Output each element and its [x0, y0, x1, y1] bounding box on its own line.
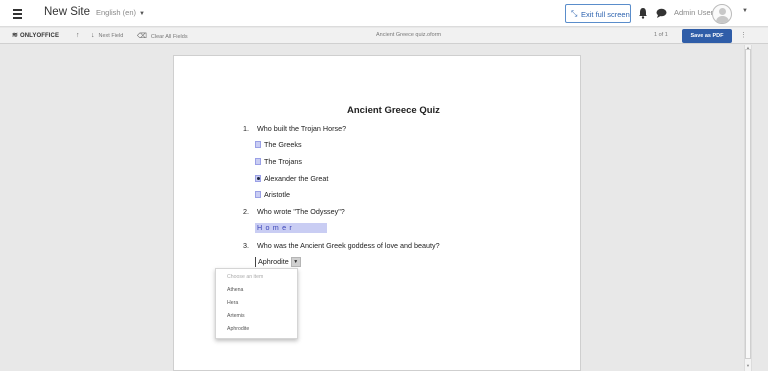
question-2: 2. Who wrote "The Odyssey"?	[243, 207, 345, 216]
document-name: Ancient Greece quiz.oform	[376, 32, 442, 38]
collapse-arrows-icon: ⤡	[571, 9, 578, 18]
vertical-scrollbar[interactable]: ▲ ▼	[744, 45, 752, 371]
chevron-down-icon: ▼	[139, 11, 145, 17]
dropdown-item[interactable]: Artemis	[227, 313, 245, 319]
scrollbar-thumb[interactable]	[745, 49, 751, 359]
radio-button[interactable]	[255, 158, 261, 165]
scroll-up-icon[interactable]: ▲	[746, 45, 750, 50]
radio-button-checked[interactable]	[255, 175, 261, 182]
quiz-title: Ancient Greece Quiz	[347, 105, 440, 116]
radio-option[interactable]: Alexander the Great	[255, 174, 328, 183]
language-selector[interactable]: English (en) ▼	[96, 8, 145, 17]
more-options-icon[interactable]: ⋮	[740, 31, 747, 39]
radio-option[interactable]: Aristotle	[255, 190, 290, 199]
dropdown-item[interactable]: Aphrodite	[227, 326, 249, 332]
dropdown-item[interactable]: Hera	[227, 300, 238, 306]
answer-combo-box[interactable]: Aphrodite ▼	[255, 257, 301, 267]
chat-icon[interactable]	[656, 8, 667, 18]
onlyoffice-logo: ≋ ONLYOFFICE	[12, 32, 60, 39]
language-label: English (en)	[96, 8, 137, 17]
menu-icon[interactable]	[10, 5, 28, 23]
dropdown-list: Choose an item Athena Hera Artemis Aphro…	[215, 268, 298, 339]
clear-fields-label: Clear All Fields	[150, 34, 188, 40]
question-3: 3. Who was the Ancient Greek goddess of l…	[243, 241, 440, 250]
dropdown-placeholder[interactable]: Choose an item	[227, 274, 263, 280]
onlyoffice-logo-icon: ≋	[12, 32, 18, 39]
page-count: 1 of 1	[654, 32, 668, 38]
radio-option[interactable]: The Greeks	[255, 140, 302, 149]
previous-field-button[interactable]: ↑	[76, 32, 84, 39]
user-name[interactable]: Admin User	[674, 8, 713, 17]
clear-fields-button[interactable]: ⌫ Clear All Fields	[137, 32, 188, 40]
chevron-down-icon[interactable]: ▼	[742, 8, 748, 14]
next-field-button[interactable]: ↓ Next Field	[91, 32, 123, 39]
radio-button[interactable]	[255, 191, 261, 198]
chevron-down-icon[interactable]: ▼	[290, 257, 301, 267]
save-as-pdf-button[interactable]: Save as PDF	[682, 29, 732, 43]
radio-button[interactable]	[255, 141, 261, 148]
question-1: 1. Who built the Trojan Horse?	[243, 124, 347, 133]
site-name[interactable]: New Site	[44, 6, 90, 18]
arrow-down-icon: ↓	[91, 32, 95, 39]
avatar[interactable]	[712, 4, 732, 24]
scroll-down-icon[interactable]: ▼	[746, 363, 750, 368]
radio-option[interactable]: The Trojans	[255, 157, 302, 166]
answer-text-field[interactable]: Homer	[255, 223, 327, 233]
combo-box-value[interactable]: Aphrodite	[255, 257, 291, 267]
next-field-label: Next Field	[98, 33, 124, 39]
exit-fullscreen-button[interactable]: ⤡ Exit full screen	[565, 4, 631, 23]
bell-icon[interactable]	[638, 7, 648, 19]
exit-fullscreen-label: Exit full screen	[581, 10, 630, 19]
dropdown-item[interactable]: Athena	[227, 287, 243, 293]
eraser-icon: ⌫	[137, 33, 147, 40]
site-header: New Site English (en) ▼ ⤡ Exit full scree…	[0, 0, 768, 27]
arrow-up-icon: ↑	[76, 32, 80, 39]
editor-toolbar: ≋ ONLYOFFICE ↑ ↓ Next Field ⌫ Clear All Fie…	[0, 28, 768, 44]
